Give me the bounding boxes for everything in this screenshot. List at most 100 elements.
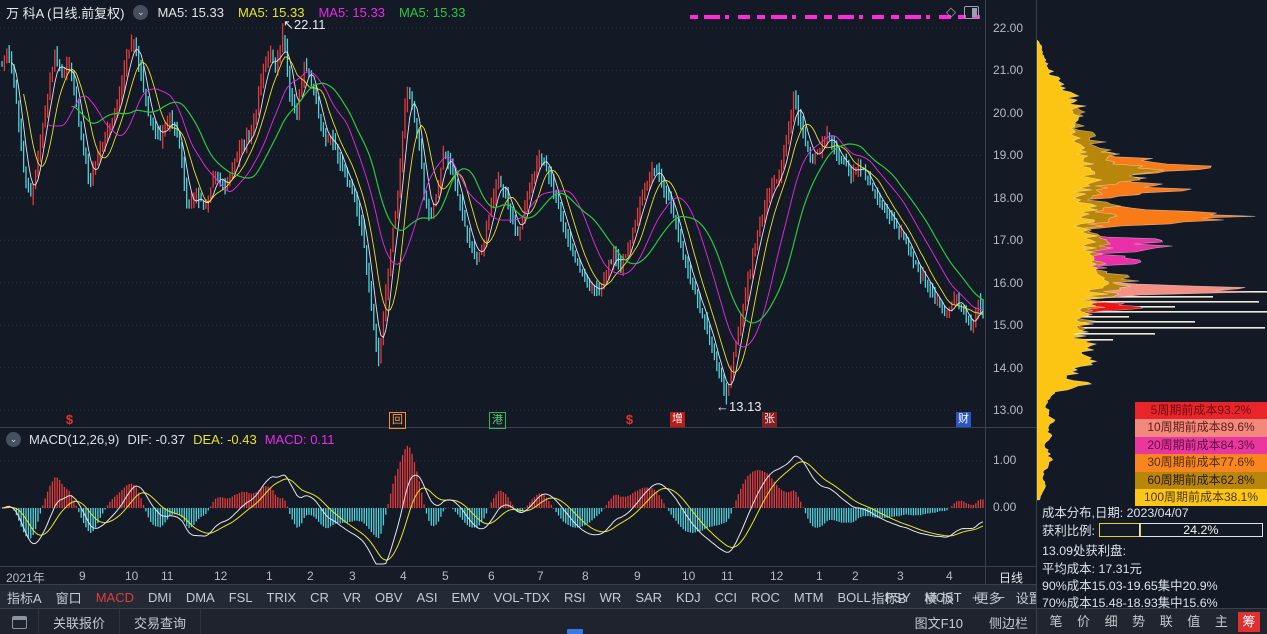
time-axis-label: 12 xyxy=(770,569,784,583)
trough-annotation: ←13.13 xyxy=(716,399,762,414)
event-marker-dollar[interactable]: $ xyxy=(62,412,77,427)
chip-distribution-panel: 5周期前成本93.2% 10周期前成本89.6% 20周期前成本84.3% 30周期前… xyxy=(1036,0,1267,634)
price-tick: 20.00 xyxy=(993,105,1024,120)
side-tab-联[interactable]: 联 xyxy=(1155,612,1177,632)
toolbar-item-指标B[interactable]: 指标B xyxy=(863,588,916,607)
side-tab-值[interactable]: 值 xyxy=(1183,612,1205,632)
toolbar-item-EMV[interactable]: EMV xyxy=(444,590,486,605)
sidebar-tabs: 笔价细势联值主筹 xyxy=(1037,608,1267,634)
event-marker-red-fill[interactable]: 增 xyxy=(670,412,685,427)
time-axis-label: 12 xyxy=(214,569,228,583)
dif-value: DIF: -0.37 xyxy=(127,432,186,447)
status-bar: 关联报价 交易查询 图文F10 侧边栏 xyxy=(0,608,1036,634)
ma-label: MA5: 15.33 xyxy=(398,5,466,20)
toolbar-item-指标A[interactable]: 指标A xyxy=(0,588,49,607)
event-marker-dollar[interactable]: $ xyxy=(622,412,637,427)
statusbar-item-关联报价[interactable]: 关联报价 xyxy=(38,609,121,634)
time-axis-label: 1 xyxy=(816,569,823,583)
ma-label: MA5: 15.33 xyxy=(237,5,305,20)
event-marker-darkred-fill[interactable]: 张 xyxy=(762,412,777,427)
price-tick: 16.00 xyxy=(993,275,1024,290)
profit-ratio-line: 获利比例: 24.2% xyxy=(1042,521,1266,539)
toolbar-item-模 板[interactable]: 模 板 xyxy=(915,588,963,607)
period-cost-chip: 60周期前成本62.8% xyxy=(1135,471,1267,489)
time-axis-label: 2 xyxy=(307,569,314,583)
time-axis-label: 9 xyxy=(634,569,641,583)
time-axis-label: 9 xyxy=(79,569,86,583)
toolbar-item-DMI[interactable]: DMI xyxy=(141,590,179,605)
stock-title: 万 科A (日线.前复权) xyxy=(6,6,125,21)
time-axis-label: 6 xyxy=(488,569,495,583)
dea-value: DEA: -0.43 xyxy=(193,432,257,447)
toolbar-item-RSI[interactable]: RSI xyxy=(557,590,593,605)
toolbar-item-CR[interactable]: CR xyxy=(303,590,336,605)
profit-ratio-label: 获利比例: xyxy=(1042,524,1096,538)
toolbar-item-VOL-TDX[interactable]: VOL-TDX xyxy=(487,590,557,605)
collapse-chart-icon[interactable]: ⌄ xyxy=(133,5,149,20)
price-tick: 15.00 xyxy=(993,318,1024,333)
toolbar-item-SAR[interactable]: SAR xyxy=(628,590,669,605)
ma-labels: MA5: 15.33 MA5: 15.33 MA5: 15.33 MA5: 15.33 xyxy=(157,5,465,20)
toolbar-item-FSL[interactable]: FSL xyxy=(222,590,260,605)
price-tick: 19.00 xyxy=(993,148,1024,163)
time-axis-label: 4 xyxy=(400,569,407,583)
diamond-icon[interactable]: ◇ xyxy=(946,4,956,20)
statusbar-item-交易查询[interactable]: 交易查询 xyxy=(119,609,202,634)
time-axis-label: 8 xyxy=(582,569,589,583)
side-tab-势[interactable]: 势 xyxy=(1128,612,1150,632)
side-tab-主[interactable]: 主 xyxy=(1210,612,1232,632)
zoom-minus-button[interactable]: − xyxy=(988,590,1014,605)
collapse-macd-icon[interactable]: ⌄ xyxy=(6,432,21,447)
toolbar-right-group: 指标B 模 板 + − xyxy=(863,585,1014,609)
toolbar-item-MACD[interactable]: MACD xyxy=(89,590,141,605)
price-header: 万 科A (日线.前复权) ⌄ MA5: 15.33 MA5: 15.33 MA5:… xyxy=(6,3,465,22)
f10-button[interactable]: 图文F10 xyxy=(915,613,963,632)
chart-corner-icons: ◇ xyxy=(946,4,979,20)
statusbar-right-group: 图文F10 侧边栏 xyxy=(915,609,1028,634)
sidebar-button[interactable]: 侧边栏 xyxy=(989,613,1028,632)
event-marker-blue-fill[interactable]: 财 xyxy=(956,412,971,427)
toolbar-item-OBV[interactable]: OBV xyxy=(368,590,409,605)
ma-label: MA5: 15.33 xyxy=(318,5,385,20)
cost-date-line: 成本分布,日期: 2023/04/07 xyxy=(1042,506,1189,520)
macd-chart[interactable] xyxy=(0,428,985,566)
time-axis-label: 7 xyxy=(537,569,544,583)
period-cost-legend: 5周期前成本93.2% 10周期前成本89.6% 20周期前成本84.3% 30周期前… xyxy=(1135,402,1267,507)
time-axis-label: 10 xyxy=(682,569,696,583)
trading-app-window: 万 科A (日线.前复权) ⌄ MA5: 15.33 MA5: 15.33 MA5:… xyxy=(0,0,1267,634)
side-tab-价[interactable]: 价 xyxy=(1073,612,1095,632)
time-axis-label: 11 xyxy=(721,569,734,583)
price-chart-pane[interactable]: 万 科A (日线.前复权) ⌄ MA5: 15.33 MA5: 15.33 MA5:… xyxy=(0,0,985,429)
time-axis-label: 10 xyxy=(125,569,139,583)
side-tab-笔[interactable]: 笔 xyxy=(1045,612,1067,632)
toolbar-item-ASI[interactable]: ASI xyxy=(409,590,444,605)
macd-name: MACD(12,26,9) xyxy=(29,432,120,447)
toolbar-item-WR[interactable]: WR xyxy=(593,590,629,605)
indicator-toolbar: 指标A 窗口 MACD DMI DMA FSL TRIX CR VR OBV ASI EMV VOL-T… xyxy=(0,584,1042,609)
price-tick: 21.00 xyxy=(993,63,1024,78)
panel-toggle-icon[interactable] xyxy=(964,5,979,19)
window-icon[interactable] xyxy=(12,615,27,629)
toolbar-item-CCI[interactable]: CCI xyxy=(708,590,744,605)
zoom-plus-button[interactable]: + xyxy=(963,590,989,605)
toolbar-item-窗口[interactable]: 窗口 xyxy=(49,588,89,607)
toolbar-item-ROC[interactable]: ROC xyxy=(744,590,787,605)
time-axis-label: 3 xyxy=(897,569,904,583)
toolbar-item-KDJ[interactable]: KDJ xyxy=(669,590,708,605)
candlestick-chart[interactable] xyxy=(0,0,985,427)
profit-ratio-fill xyxy=(1099,523,1141,537)
macd-pane[interactable]: ⌄ MACD(12,26,9) DIF: -0.37 DEA: -0.43 MA… xyxy=(0,427,985,567)
toolbar-item-MTM[interactable]: MTM xyxy=(787,590,831,605)
event-marker-green-box[interactable]: 港 xyxy=(489,412,506,429)
event-marker-orange-box[interactable]: 回 xyxy=(389,412,406,429)
toolbar-item-DMA[interactable]: DMA xyxy=(179,590,222,605)
macd-value: MACD: 0.11 xyxy=(264,432,335,447)
toolbar-item-VR[interactable]: VR xyxy=(336,590,368,605)
macd-tick: 0.00 xyxy=(993,500,1017,514)
holders-line: 13.09处获利盘: xyxy=(1042,544,1127,558)
time-axis: 2021年 9 10 11 12 1 2 3 4 5 6 7 8 9 10 11 12 1 2 3 4 日线 xyxy=(0,566,1036,585)
side-tab-筹[interactable]: 筹 xyxy=(1237,611,1260,632)
time-axis-label: 2 xyxy=(852,569,859,583)
toolbar-item-TRIX[interactable]: TRIX xyxy=(260,590,304,605)
side-tab-细[interactable]: 细 xyxy=(1100,612,1122,632)
